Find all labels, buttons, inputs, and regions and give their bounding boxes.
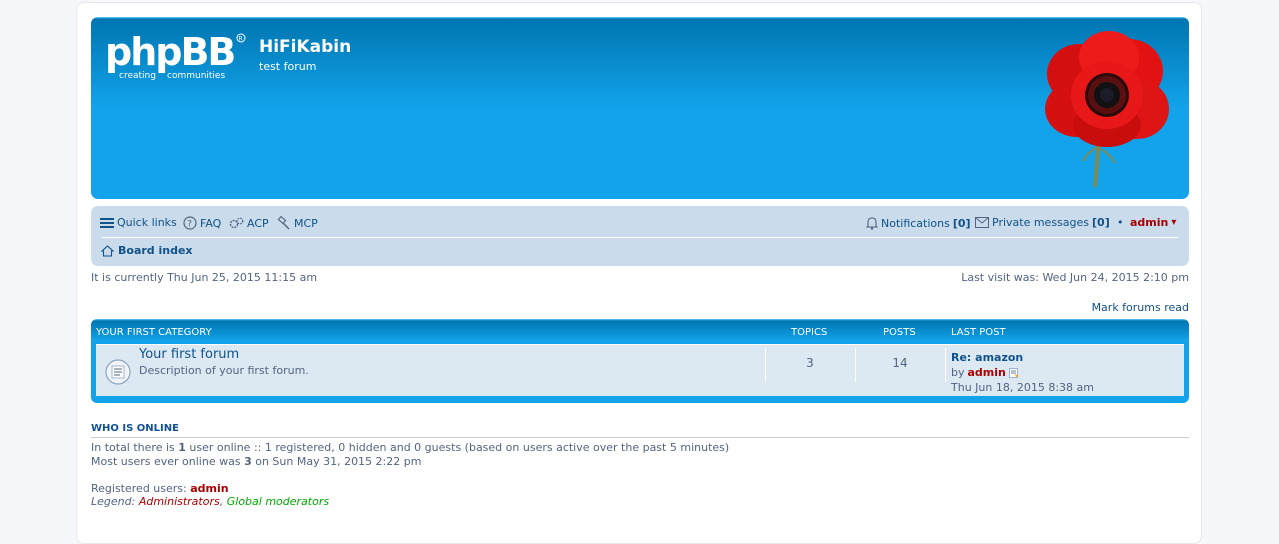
legend-administrators-link[interactable]: Administrators [139,495,220,508]
who-is-online-heading: WHO IS ONLINE [91,423,1189,438]
category-title[interactable]: YOUR FIRST CATEGORY [96,327,212,338]
registered-users: Registered users: admin [91,482,229,495]
posts-count: 14 [892,356,908,370]
last-post-title-link[interactable]: Re: amazon [951,351,1023,364]
notifications-link[interactable]: Notifications [0] [866,216,971,230]
svg-text:phpBB: phpBB [105,31,234,74]
phpbb-logo[interactable]: phpBB R creating communities [105,31,247,81]
forum-read-icon [105,359,131,385]
topics-count: 3 [806,356,814,370]
board-index-label: Board index [118,244,193,257]
svg-text:communities: communities [167,71,225,81]
last-visit: Last visit was: Wed Jun 24, 2015 2:10 pm [961,271,1189,284]
pm-count: [0] [1092,216,1110,229]
view-latest-post-icon[interactable] [1008,367,1020,378]
legend: Legend: Administrators, Global moderator… [91,495,330,508]
online-total: In total there is 1 user online :: 1 reg… [91,441,730,454]
help-icon: ? [183,216,197,230]
last-post-by: by admin [951,366,1020,379]
svg-text:R: R [239,36,243,43]
posts-header: POSTS [883,327,916,338]
mcp-label: MCP [294,216,318,230]
topics-header: TOPICS [791,327,828,338]
site-title: HiFiKabin [259,37,352,57]
current-time: It is currently Thu Jun 25, 2015 11:15 a… [91,271,318,284]
faq-link[interactable]: ? FAQ [183,216,221,230]
mcp-link[interactable]: MCP [277,216,318,230]
username-link: admin [1130,216,1169,229]
private-messages-link[interactable]: Private messages [0] [975,216,1110,229]
forum-title-link[interactable]: Your first forum [139,347,239,362]
acp-label: ACP [247,216,269,230]
faq-label: FAQ [200,216,222,230]
gears-icon [229,217,244,229]
home-icon [101,244,114,257]
caret-down-icon: ▾ [1171,217,1177,228]
svg-text:?: ? [187,220,192,230]
user-menu[interactable]: admin ▾ [1130,216,1176,229]
site-description: test forum [259,60,317,73]
acp-link[interactable]: ACP [229,216,269,230]
last-post-time: Thu Jun 18, 2015 8:38 am [951,381,1094,394]
page-wrapper: phpBB R creating communities HiFiKabin t… [76,2,1202,544]
navbar: Quick links ? FAQ ACP MCP Notifications … [91,206,1189,266]
board-index-link[interactable]: Board index [101,244,193,257]
last-post-header: LAST POST [951,327,1006,338]
notifications-label: Notifications [881,216,950,230]
forum-description: Description of your first forum. [139,364,309,377]
quick-links-label: Quick links [117,216,177,229]
nav-divider [101,237,1179,238]
site-header: phpBB R creating communities HiFiKabin t… [91,17,1189,199]
forum-category: YOUR FIRST CATEGORY TOPICS POSTS LAST PO… [91,319,1189,403]
legend-global-moderators-link[interactable]: Global moderators [227,495,329,508]
mark-forums-read-link[interactable]: Mark forums read [1092,301,1189,314]
hamburger-icon [100,217,114,228]
envelope-icon [975,217,989,228]
online-record: Most users ever online was 3 on Sun May … [91,455,422,468]
quick-links-menu[interactable]: Quick links [100,216,177,229]
last-post-author-link[interactable]: admin [968,366,1006,379]
column-divider [945,348,946,382]
poppy-flower-image [1045,31,1169,188]
gavel-icon [277,216,290,230]
notifications-count: [0] [952,216,971,230]
svg-text:creating: creating [119,71,156,81]
forum-row: Your first forum Description of your fir… [96,344,1184,396]
registered-user-link[interactable]: admin [190,482,228,495]
bell-icon [866,217,878,230]
nav-bullet: • [1117,216,1124,229]
pm-label: Private messages [992,216,1090,229]
